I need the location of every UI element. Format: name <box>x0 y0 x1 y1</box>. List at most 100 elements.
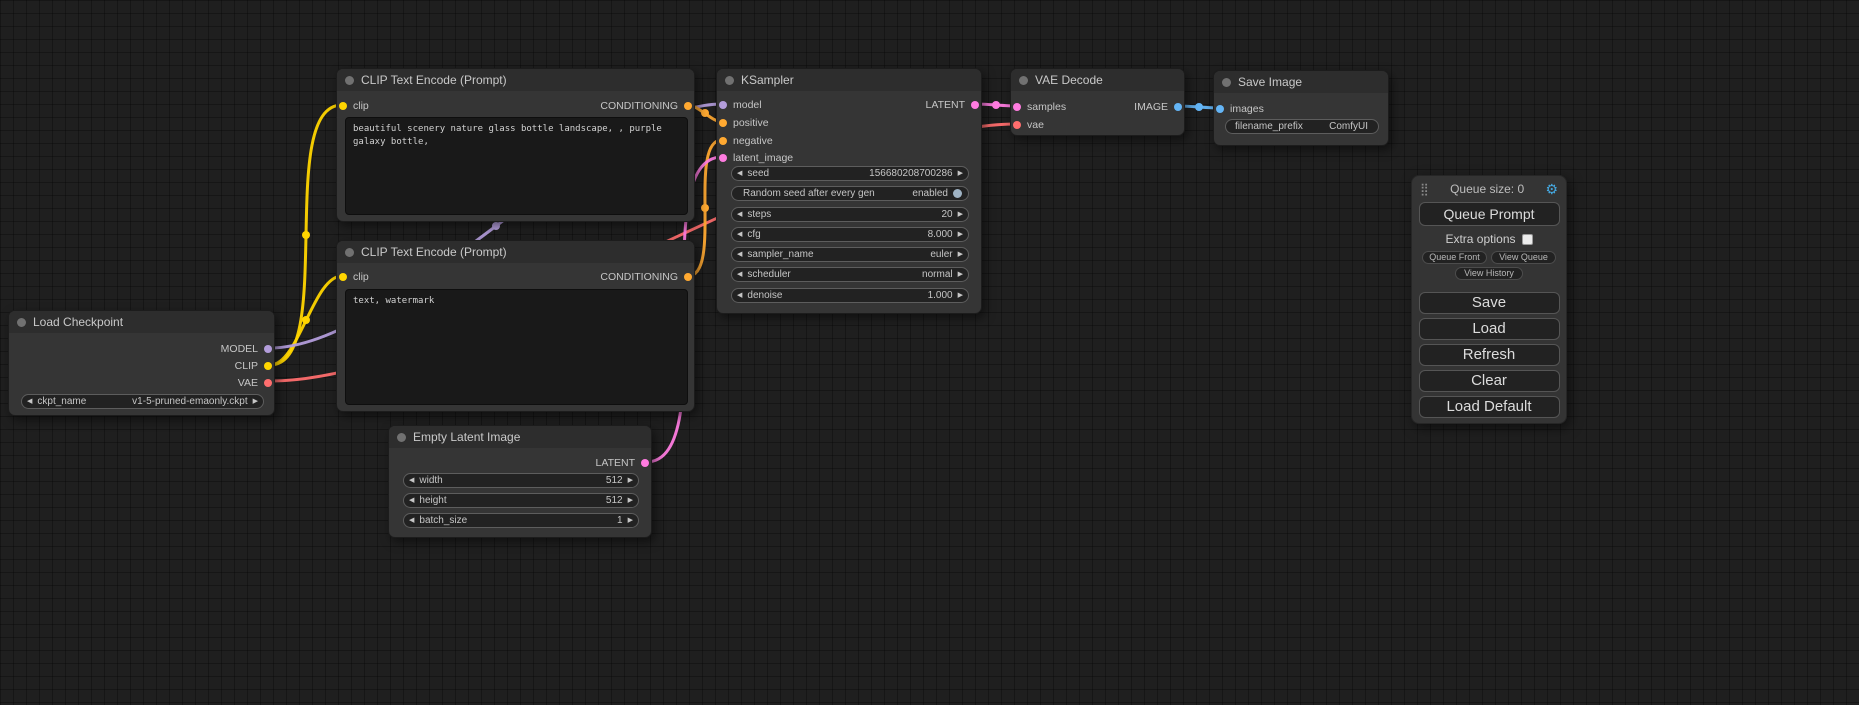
decrement-arrow-icon[interactable]: ◀ <box>737 211 742 218</box>
decrement-arrow-icon[interactable]: ◀ <box>737 170 742 177</box>
clip-input-dot[interactable] <box>339 102 347 110</box>
increment-arrow-icon[interactable]: ▶ <box>958 292 963 299</box>
settings-gear-icon[interactable]: ⚙ <box>1545 182 1558 196</box>
height-widget[interactable]: ◀ height 512 ▶ <box>403 493 639 508</box>
conditioning-output-dot[interactable] <box>684 102 692 110</box>
node-title-bar[interactable]: VAE Decode <box>1011 69 1184 91</box>
output-slot-conditioning[interactable]: CONDITIONING <box>600 98 692 114</box>
decrement-arrow-icon[interactable]: ◀ <box>737 292 742 299</box>
view-history-button[interactable]: View History <box>1455 267 1523 280</box>
comfy-menu-panel[interactable]: ⣿ Queue size: 0 ⚙ Queue Prompt Extra opt… <box>1411 175 1567 424</box>
node-title-bar[interactable]: KSampler <box>717 69 981 91</box>
output-slot-latent[interactable]: LATENT <box>926 97 979 113</box>
decrement-arrow-icon[interactable]: ◀ <box>737 231 742 238</box>
increment-arrow-icon[interactable]: ▶ <box>958 211 963 218</box>
prompt-textarea[interactable]: beautiful scenery nature glass bottle la… <box>345 117 688 215</box>
decrement-arrow-icon[interactable]: ◀ <box>409 477 414 484</box>
node-vae-decode[interactable]: VAE Decode samples vae IMAGE <box>1010 68 1185 136</box>
positive-input-dot[interactable] <box>719 119 727 127</box>
batch-size-widget[interactable]: ◀ batch_size 1 ▶ <box>403 513 639 528</box>
node-clip-text-encode-negative[interactable]: CLIP Text Encode (Prompt) clip CONDITION… <box>336 240 695 412</box>
samples-input-dot[interactable] <box>1013 103 1021 111</box>
node-title-bar[interactable]: Empty Latent Image <box>389 426 651 448</box>
input-slot-positive[interactable]: positive <box>719 115 769 131</box>
cfg-widget[interactable]: ◀ cfg 8.000 ▶ <box>731 227 969 242</box>
toggle-dot-icon[interactable] <box>953 189 962 198</box>
collapse-dot-icon[interactable] <box>17 318 26 327</box>
node-title-bar[interactable]: CLIP Text Encode (Prompt) <box>337 69 694 91</box>
conditioning-output-dot[interactable] <box>684 273 692 281</box>
negative-input-dot[interactable] <box>719 137 727 145</box>
drag-handle-icon[interactable]: ⣿ <box>1420 183 1429 195</box>
increment-arrow-icon[interactable]: ▶ <box>958 231 963 238</box>
node-title-bar[interactable]: CLIP Text Encode (Prompt) <box>337 241 694 263</box>
sampler-name-widget[interactable]: ◀ sampler_name euler ▶ <box>731 247 969 262</box>
prev-arrow-icon[interactable]: ◀ <box>737 251 742 258</box>
scheduler-widget[interactable]: ◀ scheduler normal ▶ <box>731 267 969 282</box>
denoise-widget[interactable]: ◀ denoise 1.000 ▶ <box>731 288 969 303</box>
save-button[interactable]: Save <box>1419 292 1560 314</box>
node-load-checkpoint[interactable]: Load Checkpoint MODEL CLIP VAE ◀ ckpt_na… <box>8 310 275 416</box>
output-slot-conditioning[interactable]: CONDITIONING <box>600 269 692 285</box>
clip-input-dot[interactable] <box>339 273 347 281</box>
input-slot-samples[interactable]: samples <box>1013 99 1066 115</box>
images-input-dot[interactable] <box>1216 105 1224 113</box>
node-graph-canvas[interactable]: Load Checkpoint MODEL CLIP VAE ◀ ckpt_na… <box>0 0 1859 705</box>
decrement-arrow-icon[interactable]: ◀ <box>409 497 414 504</box>
collapse-dot-icon[interactable] <box>1222 78 1231 87</box>
vae-output-dot[interactable] <box>264 379 272 387</box>
vae-input-dot[interactable] <box>1013 121 1021 129</box>
queue-front-button[interactable]: Queue Front <box>1422 251 1487 264</box>
collapse-dot-icon[interactable] <box>1019 76 1028 85</box>
next-arrow-icon[interactable]: ▶ <box>253 398 258 405</box>
decrement-arrow-icon[interactable]: ◀ <box>409 517 414 524</box>
output-slot-latent[interactable]: LATENT <box>596 455 649 471</box>
collapse-dot-icon[interactable] <box>345 248 354 257</box>
collapse-dot-icon[interactable] <box>397 433 406 442</box>
clip-output-dot[interactable] <box>264 362 272 370</box>
steps-widget[interactable]: ◀ steps 20 ▶ <box>731 207 969 222</box>
input-slot-clip[interactable]: clip <box>339 269 369 285</box>
node-empty-latent-image[interactable]: Empty Latent Image LATENT ◀ width 512 ▶ … <box>388 425 652 538</box>
queue-prompt-button[interactable]: Queue Prompt <box>1419 202 1560 226</box>
random-seed-toggle-widget[interactable]: Random seed after every gen enabled <box>731 186 969 201</box>
extra-options-checkbox[interactable] <box>1522 234 1533 245</box>
output-slot-model[interactable]: MODEL <box>221 341 272 357</box>
width-widget[interactable]: ◀ width 512 ▶ <box>403 473 639 488</box>
model-input-dot[interactable] <box>719 101 727 109</box>
collapse-dot-icon[interactable] <box>725 76 734 85</box>
prev-arrow-icon[interactable]: ◀ <box>27 398 32 405</box>
seed-widget[interactable]: ◀ seed 156680208700286 ▶ <box>731 166 969 181</box>
increment-arrow-icon[interactable]: ▶ <box>628 497 633 504</box>
latent-output-dot[interactable] <box>971 101 979 109</box>
view-queue-button[interactable]: View Queue <box>1491 251 1556 264</box>
increment-arrow-icon[interactable]: ▶ <box>958 170 963 177</box>
clear-button[interactable]: Clear <box>1419 370 1560 392</box>
input-slot-latent-image[interactable]: latent_image <box>719 150 793 166</box>
collapse-dot-icon[interactable] <box>345 76 354 85</box>
input-slot-negative[interactable]: negative <box>719 133 773 149</box>
node-save-image[interactable]: Save Image images filename_prefix ComfyU… <box>1213 70 1389 146</box>
next-arrow-icon[interactable]: ▶ <box>958 251 963 258</box>
increment-arrow-icon[interactable]: ▶ <box>628 517 633 524</box>
model-output-dot[interactable] <box>264 345 272 353</box>
node-title-bar[interactable]: Load Checkpoint <box>9 311 274 333</box>
filename-prefix-widget[interactable]: filename_prefix ComfyUI <box>1225 119 1379 134</box>
input-slot-model[interactable]: model <box>719 97 762 113</box>
node-ksampler[interactable]: KSampler model positive negative latent_… <box>716 68 982 314</box>
refresh-button[interactable]: Refresh <box>1419 344 1560 366</box>
prev-arrow-icon[interactable]: ◀ <box>737 271 742 278</box>
latent-image-input-dot[interactable] <box>719 154 727 162</box>
node-title-bar[interactable]: Save Image <box>1214 71 1388 93</box>
image-output-dot[interactable] <box>1174 103 1182 111</box>
node-clip-text-encode-positive[interactable]: CLIP Text Encode (Prompt) clip CONDITION… <box>336 68 695 222</box>
input-slot-clip[interactable]: clip <box>339 98 369 114</box>
input-slot-images[interactable]: images <box>1216 101 1264 117</box>
output-slot-image[interactable]: IMAGE <box>1134 99 1182 115</box>
output-slot-clip[interactable]: CLIP <box>235 358 272 374</box>
ckpt-name-widget[interactable]: ◀ ckpt_name v1-5-pruned-emaonly.ckpt ▶ <box>21 394 264 409</box>
latent-output-dot[interactable] <box>641 459 649 467</box>
load-button[interactable]: Load <box>1419 318 1560 340</box>
increment-arrow-icon[interactable]: ▶ <box>628 477 633 484</box>
prompt-textarea[interactable]: text, watermark <box>345 289 688 405</box>
